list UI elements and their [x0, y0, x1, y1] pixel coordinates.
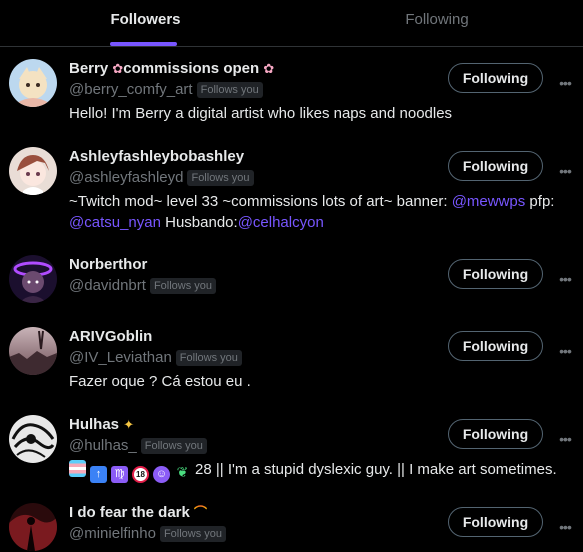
smiling-devil-icon: ☺: [153, 466, 170, 483]
bio-text: ~Twitch mod~ level 33 ~commissions lots …: [69, 193, 452, 210]
trans-flag-icon: [69, 460, 86, 477]
follows-you-badge: Follows you: [196, 82, 263, 98]
following-button[interactable]: Following: [448, 63, 543, 93]
rainbow-icon: ⌒: [194, 505, 208, 520]
handle[interactable]: @minielfinho: [69, 525, 156, 542]
active-tab-indicator: [110, 42, 177, 46]
up-arrow-icon: ↑: [90, 466, 107, 483]
mention-link[interactable]: @celhalcyon: [238, 214, 324, 231]
no-under-18-icon: 18: [132, 466, 149, 483]
user-cell[interactable]: Berry ✿commissions open ✿ @berry_comfy_a…: [0, 47, 583, 135]
handle[interactable]: @davidnbrt: [69, 277, 146, 294]
handle-line: @minielfinho Follows you: [69, 525, 227, 543]
bio: ↑ ♍ 18 ☺ ❦ 28 || I'm a stupid dyslexic guy. |…: [69, 459, 579, 483]
display-name[interactable]: Berry ✿commissions open ✿: [69, 60, 274, 78]
display-name[interactable]: Hulhas ✦: [69, 416, 134, 434]
bio-text: 28 || I'm a stupid dyslexic guy. || I ma…: [195, 461, 557, 478]
following-button[interactable]: Following: [448, 419, 543, 449]
display-name[interactable]: Ashleyfashleybobashley: [69, 148, 244, 166]
avatar[interactable]: [9, 255, 57, 303]
handle[interactable]: @berry_comfy_art: [69, 81, 193, 98]
herb-icon: ❦: [176, 464, 189, 480]
more-options-icon[interactable]: •••: [557, 343, 573, 359]
display-name[interactable]: Norberthor: [69, 256, 147, 274]
avatar[interactable]: [9, 415, 57, 463]
following-button[interactable]: Following: [448, 507, 543, 537]
mention-link[interactable]: @catsu_nyan: [69, 214, 161, 231]
handle-line: @davidnbrt Follows you: [69, 277, 217, 295]
user-cell[interactable]: Hulhas ✦ @hulhas_ Follows you ↑ ♍ 18 ☺ ❦ 28 ||…: [0, 403, 583, 491]
tab-bar: Followers Following: [0, 0, 583, 47]
display-name[interactable]: ARIVGoblin: [69, 328, 152, 346]
display-name[interactable]: I do fear the dark ⌒: [69, 504, 207, 522]
handle-line: @hulhas_ Follows you: [69, 437, 207, 455]
follows-you-badge: Follows you: [140, 438, 207, 454]
user-cell[interactable]: ARIVGoblin @IV_Leviathan Follows you Faze…: [0, 315, 583, 403]
avatar[interactable]: [9, 147, 57, 195]
bio: Hello! I'm Berry a digital artist who li…: [69, 105, 453, 122]
following-button[interactable]: Following: [448, 259, 543, 289]
handle-line: @IV_Leviathan Follows you: [69, 349, 242, 367]
virgo-icon: ♍: [111, 466, 128, 483]
avatar[interactable]: [9, 59, 57, 107]
sparkles-icon: ✦: [123, 417, 135, 432]
follows-you-badge: Follows you: [159, 526, 227, 542]
more-options-icon[interactable]: •••: [557, 75, 573, 91]
following-button[interactable]: Following: [448, 151, 543, 181]
following-button[interactable]: Following: [448, 331, 543, 361]
follows-you-badge: Follows you: [175, 350, 242, 366]
flower-icon: ✿: [263, 61, 275, 76]
bio-text: pfp:: [525, 193, 555, 210]
bio: Fazer oque ? Cá estou eu .: [69, 373, 251, 390]
handle-line: @berry_comfy_art Follows you: [69, 81, 263, 99]
avatar[interactable]: [9, 503, 57, 551]
more-options-icon[interactable]: •••: [557, 271, 573, 287]
more-options-icon[interactable]: •••: [557, 431, 573, 447]
handle[interactable]: @hulhas_: [69, 437, 137, 454]
bio: ~Twitch mod~ level 33 ~commissions lots …: [69, 191, 579, 233]
tab-followers[interactable]: Followers: [0, 0, 291, 46]
follows-you-badge: Follows you: [149, 278, 217, 294]
user-cell[interactable]: Norberthor @davidnbrt Follows you Followi…: [0, 243, 583, 313]
flower-icon: ✿: [112, 61, 124, 76]
follows-you-badge: Follows you: [187, 170, 254, 186]
user-cell[interactable]: Ashleyfashleybobashley @ashleyfashleyd Fo…: [0, 135, 583, 240]
mention-link[interactable]: @mewwps: [452, 193, 526, 210]
more-options-icon[interactable]: •••: [557, 519, 573, 535]
user-cell[interactable]: I do fear the dark ⌒ @minielfinho Follows…: [0, 491, 583, 552]
bio-text: Husbando:: [160, 214, 238, 231]
handle-line: @ashleyfashleyd Follows you: [69, 169, 254, 187]
handle[interactable]: @ashleyfashleyd: [69, 169, 183, 186]
tab-following[interactable]: Following: [291, 0, 583, 46]
handle[interactable]: @IV_Leviathan: [69, 349, 172, 366]
more-options-icon[interactable]: •••: [557, 163, 573, 179]
avatar[interactable]: [9, 327, 57, 375]
